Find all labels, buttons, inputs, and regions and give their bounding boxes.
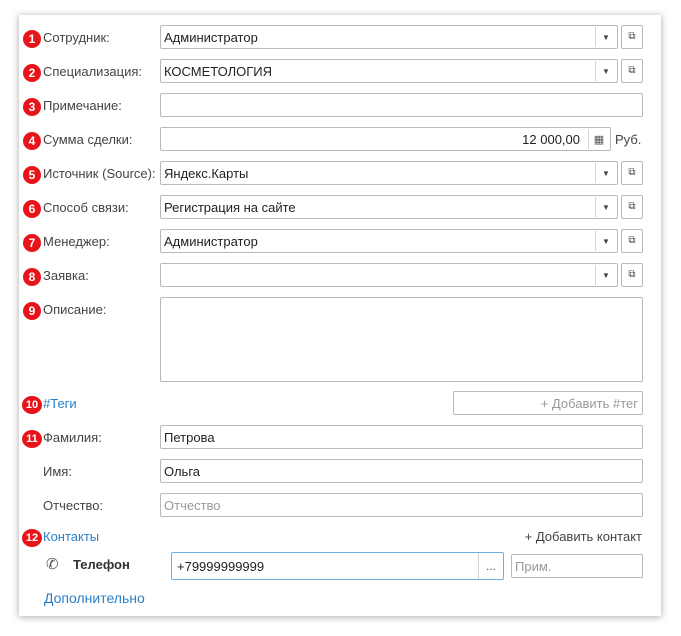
tags-link[interactable]: #Теги — [43, 396, 77, 411]
source-value: Яндекс.Карты — [164, 166, 249, 181]
chevron-down-icon[interactable]: ▼ — [595, 231, 616, 251]
open-request-button[interactable]: ⧉ — [621, 263, 643, 287]
open-icon: ⧉ — [628, 201, 636, 212]
chevron-down-icon[interactable]: ▼ — [595, 27, 616, 47]
employee-label: Сотрудник: — [43, 30, 110, 45]
phone-input[interactable]: +79999999999 ... — [171, 552, 504, 580]
phone-value: +79999999999 — [177, 559, 265, 574]
chevron-down-icon[interactable]: ▼ — [595, 163, 616, 183]
phone-label: Телефон — [73, 557, 130, 572]
phone-row: ✆ Телефон +79999999999 ... Прим. — [19, 552, 661, 580]
number-badge: 4 — [23, 132, 41, 150]
number-badge: 2 — [23, 64, 41, 82]
number-badge: 12 — [22, 529, 42, 547]
employee-row: 1 Сотрудник: Администратор ▼ ⧉ — [19, 25, 661, 51]
currency-label: Руб. — [615, 132, 642, 147]
manager-value: Администратор — [164, 234, 258, 249]
open-icon: ⧉ — [628, 235, 636, 246]
last-name-input[interactable]: Петрова — [160, 425, 643, 449]
first-name-label: Имя: — [43, 464, 72, 479]
phone-note-placeholder: Прим. — [515, 559, 552, 574]
calculator-icon[interactable]: ▦ — [588, 129, 609, 149]
deal-amount-label: Сумма сделки: — [43, 132, 133, 147]
phone-icon: ✆ — [46, 556, 59, 573]
more-options-button[interactable]: ... — [478, 553, 503, 579]
number-badge: 10 — [22, 396, 42, 414]
open-manager-button[interactable]: ⧉ — [621, 229, 643, 253]
request-label: Заявка: — [43, 268, 89, 283]
contacts-link[interactable]: Контакты — [43, 529, 99, 544]
open-contact-method-button[interactable]: ⧉ — [621, 195, 643, 219]
last-name-value: Петрова — [164, 430, 215, 445]
specialization-value: КОСМЕТОЛОГИЯ — [164, 64, 273, 79]
middle-name-input[interactable]: Отчество — [160, 493, 643, 517]
number-badge: 1 — [23, 30, 41, 48]
number-badge: 5 — [23, 166, 41, 184]
middle-name-label: Отчество: — [43, 498, 104, 513]
chevron-down-icon[interactable]: ▼ — [595, 61, 616, 81]
open-source-button[interactable]: ⧉ — [621, 161, 643, 185]
employee-value: Администратор — [164, 30, 258, 45]
specialization-select[interactable]: КОСМЕТОЛОГИЯ ▼ — [160, 59, 618, 83]
open-icon: ⧉ — [628, 31, 636, 42]
contact-method-label: Способ связи: — [43, 200, 129, 215]
number-badge: 8 — [23, 268, 41, 286]
note-label: Примечание: — [43, 98, 122, 113]
first-name-input[interactable]: Ольга — [160, 459, 643, 483]
open-icon: ⧉ — [628, 269, 636, 280]
open-employee-button[interactable]: ⧉ — [621, 25, 643, 49]
number-badge: 9 — [23, 302, 41, 320]
manager-row: 7 Менеджер: Администратор ▼ ⧉ — [19, 229, 661, 255]
form-panel: 1 Сотрудник: Администратор ▼ ⧉ 2 Специал… — [19, 15, 661, 616]
description-label: Описание: — [43, 302, 107, 317]
deal-amount-row: 4 Сумма сделки: 12 000,00 ▦ Руб. — [19, 127, 661, 153]
first-name-value: Ольга — [164, 464, 201, 479]
specialization-label: Специализация: — [43, 64, 142, 79]
last-name-row: 11 Фамилия: Петрова — [19, 425, 661, 451]
note-row: 3 Примечание: — [19, 93, 661, 119]
first-name-row: Имя: Ольга — [19, 459, 661, 485]
number-badge: 3 — [23, 98, 41, 116]
middle-name-row: Отчество: Отчество — [19, 493, 661, 519]
manager-label: Менеджер: — [43, 234, 110, 249]
contact-method-row: 6 Способ связи: Регистрация на сайте ▼ ⧉ — [19, 195, 661, 221]
request-select[interactable]: ▼ — [160, 263, 618, 287]
additional-link[interactable]: Дополнительно — [44, 590, 145, 606]
add-tag-placeholder: + Добавить #тег — [540, 396, 638, 411]
phone-note-input[interactable]: Прим. — [511, 554, 643, 578]
tags-row: 10 #Теги + Добавить #тег — [19, 391, 661, 417]
contact-method-value: Регистрация на сайте — [164, 200, 296, 215]
request-row: 8 Заявка: ▼ ⧉ — [19, 263, 661, 289]
open-icon: ⧉ — [628, 65, 636, 76]
middle-name-placeholder: Отчество — [164, 498, 221, 513]
number-badge: 11 — [22, 430, 42, 448]
source-select[interactable]: Яндекс.Карты ▼ — [160, 161, 618, 185]
deal-amount-input[interactable]: 12 000,00 ▦ — [160, 127, 611, 151]
open-icon: ⧉ — [628, 167, 636, 178]
source-row: 5 Источник (Source): Яндекс.Карты ▼ ⧉ — [19, 161, 661, 187]
note-input[interactable] — [160, 93, 643, 117]
contacts-row: 12 Контакты + Добавить контакт — [19, 524, 661, 550]
description-row: 9 Описание: — [19, 297, 661, 382]
contact-method-select[interactable]: Регистрация на сайте ▼ — [160, 195, 618, 219]
number-badge: 7 — [23, 234, 41, 252]
manager-select[interactable]: Администратор ▼ — [160, 229, 618, 253]
deal-amount-value: 12 000,00 — [522, 132, 580, 147]
add-tag-input[interactable]: + Добавить #тег — [453, 391, 643, 415]
number-badge: 6 — [23, 200, 41, 218]
source-label: Источник (Source): — [43, 166, 156, 181]
add-contact-button[interactable]: + Добавить контакт — [525, 529, 642, 544]
chevron-down-icon[interactable]: ▼ — [595, 265, 616, 285]
chevron-down-icon[interactable]: ▼ — [595, 197, 616, 217]
specialization-row: 2 Специализация: КОСМЕТОЛОГИЯ ▼ ⧉ — [19, 59, 661, 85]
description-textarea[interactable] — [160, 297, 643, 382]
open-specialization-button[interactable]: ⧉ — [621, 59, 643, 83]
employee-select[interactable]: Администратор ▼ — [160, 25, 618, 49]
last-name-label: Фамилия: — [43, 430, 102, 445]
